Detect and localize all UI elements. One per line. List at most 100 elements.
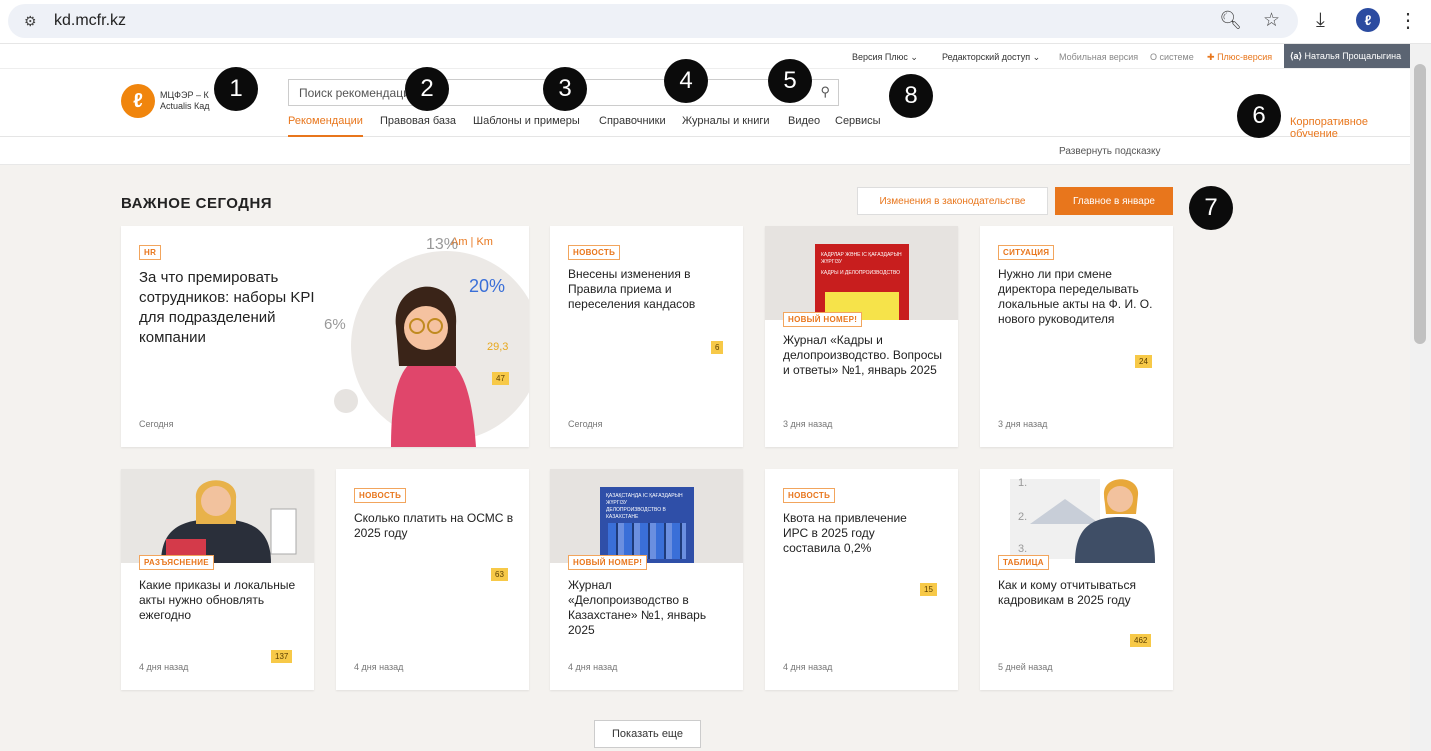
read-count-badge: 137 [271,650,293,663]
address-bar[interactable]: ⚙ kd.mcfr.kz 🔍︎ ☆ [8,4,1298,38]
card-title: Квота на привлечение ИРС в 2025 году сос… [783,511,907,555]
site-settings-icon[interactable]: ⚙ [24,13,37,30]
card-title: Журнал «Делопроизводство в Казахстане» №… [568,578,707,637]
hint-row: Развернуть подсказку [0,137,1410,165]
read-count-badge: 462 [1130,634,1152,647]
card-title: Как и кому отчитываться кадровикам в 202… [998,578,1136,607]
actualis-logo-icon: ⟨a⟩ [1290,51,1303,61]
read-count-badge: 6 [711,341,724,354]
chevron-down-icon: ⌄ [910,52,918,62]
card-title: Внесены изменения в Правила приема и пер… [568,267,696,311]
read-count-badge: 15 [920,583,937,596]
card-date: 3 дня назад [998,419,1048,429]
nav-recommendations[interactable]: Рекомендации [288,115,363,137]
about-link[interactable]: О системе [1150,52,1194,62]
journal-cover-image: КАДРЛАР ЖӘНЕ ІС ҚАҒАЗДАРЫН ЖҮРГІЗУ КАДРЫ… [765,226,958,320]
card-date: 5 дней назад [998,662,1053,672]
top-utility-bar: Версия Плюс ⌄ Редакторский доступ ⌄ Моби… [0,44,1410,69]
marker-1: 1 [214,67,258,111]
cover-text-ru: КАДРЫ И ДЕЛОПРОИЗВОДСТВО [821,270,901,276]
card-reporting[interactable]: 1. 2. 3. ТАБЛИЦА Как и кому отчитываться… [980,469,1173,690]
card-tag: ТАБЛИЦА [998,555,1049,570]
card-kpi[interactable]: Am | Km 13% 20% 6% 29,3 HR За что премир… [121,226,529,447]
nav-video[interactable]: Видео [788,115,820,127]
nav-legal-base[interactable]: Правовая база [380,115,456,127]
browser-toolbar: ⚙ kd.mcfr.kz 🔍︎ ☆ ⤓ ℓ ⋮ [0,0,1431,44]
card-tag: HR [139,245,162,260]
card-tag: СИТУАЦИЯ [998,245,1055,260]
plus-version-link[interactable]: ✚ Плюс-версия [1207,52,1272,63]
img-label-20: 20% [469,276,506,296]
card-tag: НОВЫЙ НОМЕР! [783,312,863,327]
card-title: Сколько платить на ОСМС в 2025 году [354,511,514,540]
card-tag: НОВОСТЬ [354,488,407,503]
card-orders-yearly[interactable]: РАЗЪЯСНЕНИЕ Какие приказы и локальные ак… [121,469,314,690]
mobile-version-link[interactable]: Мобильная версия [1059,52,1138,62]
marker-2: 2 [405,67,449,111]
read-count-badge: 24 [1135,355,1152,368]
editor-label: Редакторский доступ [942,52,1031,62]
logo-title: МЦФЭР – К [160,90,209,100]
search-icon[interactable]: ⚲ [820,84,830,100]
page-scrollbar[interactable] [1410,44,1431,751]
nav-services[interactable]: Сервисы [835,115,881,127]
card-date: 4 дня назад [139,662,189,672]
zoom-icon[interactable]: 🔍︎ [1219,10,1242,31]
card-title: За что премировать сотрудников: наборы K… [139,269,315,346]
editor-access-dropdown[interactable]: Редакторский доступ ⌄ [942,52,1040,63]
read-count-badge: 63 [491,568,508,581]
card-journal-kadry[interactable]: КАДРЛАР ЖӘНЕ ІС ҚАҒАЗДАРЫН ЖҮРГІЗУ КАДРЫ… [765,226,958,447]
section-title: ВАЖНОЕ СЕГОДНЯ [121,195,273,212]
nav-references[interactable]: Справочники [599,115,666,127]
url-text[interactable]: kd.mcfr.kz [54,12,126,30]
card-date: Сегодня [139,419,174,429]
img-label-2: 2. [1018,511,1028,523]
january-highlights-button[interactable]: Главное в январе [1055,187,1173,215]
nav-templates[interactable]: Шаблоны и примеры [473,115,580,127]
logo-subtitle: Actualis Кад [160,101,210,111]
img-label-3: 3. [1018,543,1028,555]
table-illustration-image: 1. 2. 3. [980,469,1173,563]
card-osms[interactable]: НОВОСТЬ Сколько платить на ОСМС в 2025 г… [336,469,529,690]
card-date: 4 дня назад [354,662,404,672]
plus-icon: ✚ [1207,52,1215,62]
bookmark-star-icon[interactable]: ☆ [1263,9,1280,32]
man-pointing-table-illustration [1010,479,1155,563]
marker-3: 3 [543,67,587,111]
expand-hint-link[interactable]: Развернуть подсказку [1059,146,1161,157]
card-title: Какие приказы и локальные акты нужно обн… [139,578,296,622]
card-kandas[interactable]: НОВОСТЬ Внесены изменения в Правила прие… [550,226,743,447]
marker-4: 4 [664,59,708,103]
show-more-button[interactable]: Показать еще [594,720,701,748]
card-title: Журнал «Кадры и делопроизводство. Вопрос… [783,333,943,377]
marker-6: 6 [1237,94,1281,138]
card-date: 3 дня назад [783,419,833,429]
img-label-1: 1. [1018,477,1028,489]
plus-version-label: Плюс-версия [1217,52,1273,62]
cover-text-ru: ДЕЛОПРОИЗВОДСТВО В КАЗАХСТАНЕ [606,507,666,520]
card-irs-quota[interactable]: НОВОСТЬ Квота на привлечение ИРС в 2025 … [765,469,958,690]
marker-7: 7 [1189,186,1233,230]
journal-cover-image: ҚАЗАҚСТАНДА ІС ҚАҒАЗДАРЫН ЖҮРГІЗУ ДЕЛОПР… [550,469,743,563]
img-label-29: 29,3 [487,341,509,353]
version-dropdown[interactable]: Версия Плюс ⌄ [852,52,918,63]
card-date: 4 дня назад [783,662,833,672]
nav-journals[interactable]: Журналы и книги [682,115,770,127]
version-label: Версия Плюс [852,52,908,62]
profile-avatar-icon[interactable]: ℓ [1356,8,1380,32]
download-icon[interactable]: ⤓ [1316,9,1325,32]
card-date: 4 дня назад [568,662,618,672]
cover-text-kz: КАДРЛАР ЖӘНЕ ІС ҚАҒАЗДАРЫН ЖҮРГІЗУ [821,252,902,265]
browser-menu-icon[interactable]: ⋮ [1398,8,1418,33]
woman-with-folders-illustration [121,469,314,563]
card-director-change[interactable]: СИТУАЦИЯ Нужно ли при смене директора пе… [980,226,1173,447]
user-name: Наталья Прощалыгина [1304,51,1402,61]
card-journal-delo[interactable]: ҚАЗАҚСТАНДА ІС ҚАҒАЗДАРЫН ЖҮРГІЗУ ДЕЛОПР… [550,469,743,690]
logo-icon[interactable]: ℓ [121,84,155,118]
woman-thinking-illustration [334,251,529,447]
scrollbar-thumb[interactable] [1414,64,1426,344]
read-count-badge: 47 [492,372,509,385]
card-title: Нужно ли при смене директора переделыват… [998,267,1153,326]
user-account[interactable]: ⟨a⟩ Наталья Прощалыгина [1284,44,1410,68]
legislation-changes-button[interactable]: Изменения в законодательстве [857,187,1048,215]
